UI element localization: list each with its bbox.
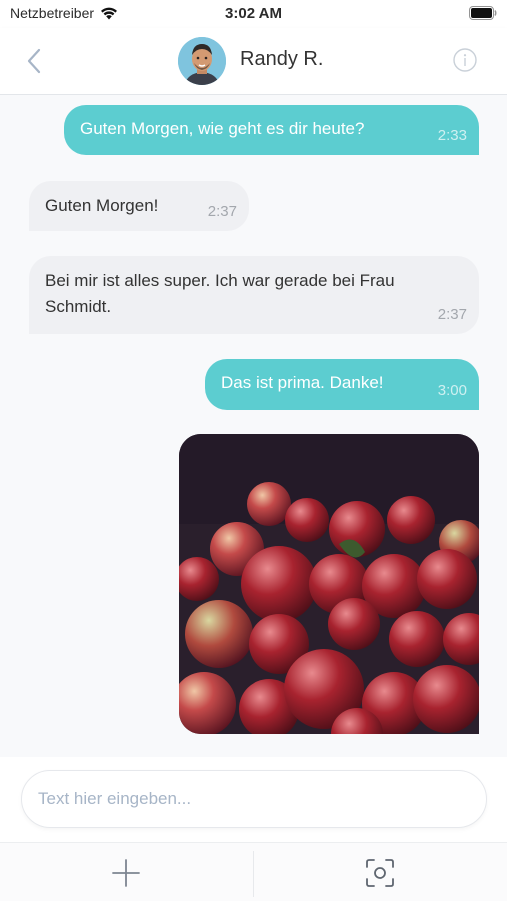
message-input[interactable] — [21, 770, 487, 828]
clock: 3:02 AM — [225, 5, 282, 22]
chat-header: Randy R. — [0, 28, 507, 95]
message-incoming[interactable]: Guten Morgen! 2:37 — [29, 181, 249, 231]
message-text: Guten Morgen! — [45, 196, 159, 215]
message-time: 2:37 — [207, 203, 237, 220]
bottom-toolbar — [0, 842, 507, 901]
chevron-left-icon — [27, 48, 41, 74]
message-text: Das ist prima. Danke! — [221, 373, 384, 392]
message-time: 2:37 — [437, 306, 467, 323]
message-text: Guten Morgen, wie geht es dir heute? — [80, 119, 365, 138]
message-outgoing[interactable]: Das ist prima. Danke! 3:00 — [205, 359, 479, 410]
apples-photo — [179, 434, 479, 734]
plus-icon — [112, 859, 140, 887]
message-time: 3:00 — [437, 382, 467, 399]
info-button[interactable] — [453, 48, 477, 72]
message-incoming[interactable]: Bei mir ist alles super. Ich war gerade … — [29, 256, 479, 334]
message-text: Bei mir ist alles super. Ich war gerade … — [45, 271, 395, 316]
camera-button[interactable] — [364, 857, 396, 889]
toolbar-divider — [253, 851, 254, 897]
attach-button[interactable] — [110, 857, 142, 889]
status-bar: Netzbetreiber 3:02 AM — [0, 0, 507, 28]
composer — [0, 757, 507, 842]
avatar[interactable] — [178, 37, 226, 85]
contact-name[interactable]: Randy R. — [240, 48, 323, 71]
back-button[interactable] — [22, 46, 48, 76]
message-list[interactable]: Guten Morgen, wie geht es dir heute? 2:3… — [0, 95, 507, 757]
battery-icon — [469, 6, 497, 25]
message-time: 2:33 — [437, 127, 467, 144]
camera-scan-icon — [366, 859, 394, 887]
info-icon — [453, 48, 477, 72]
image-message[interactable] — [179, 434, 479, 734]
message-outgoing[interactable]: Guten Morgen, wie geht es dir heute? 2:3… — [64, 105, 479, 155]
